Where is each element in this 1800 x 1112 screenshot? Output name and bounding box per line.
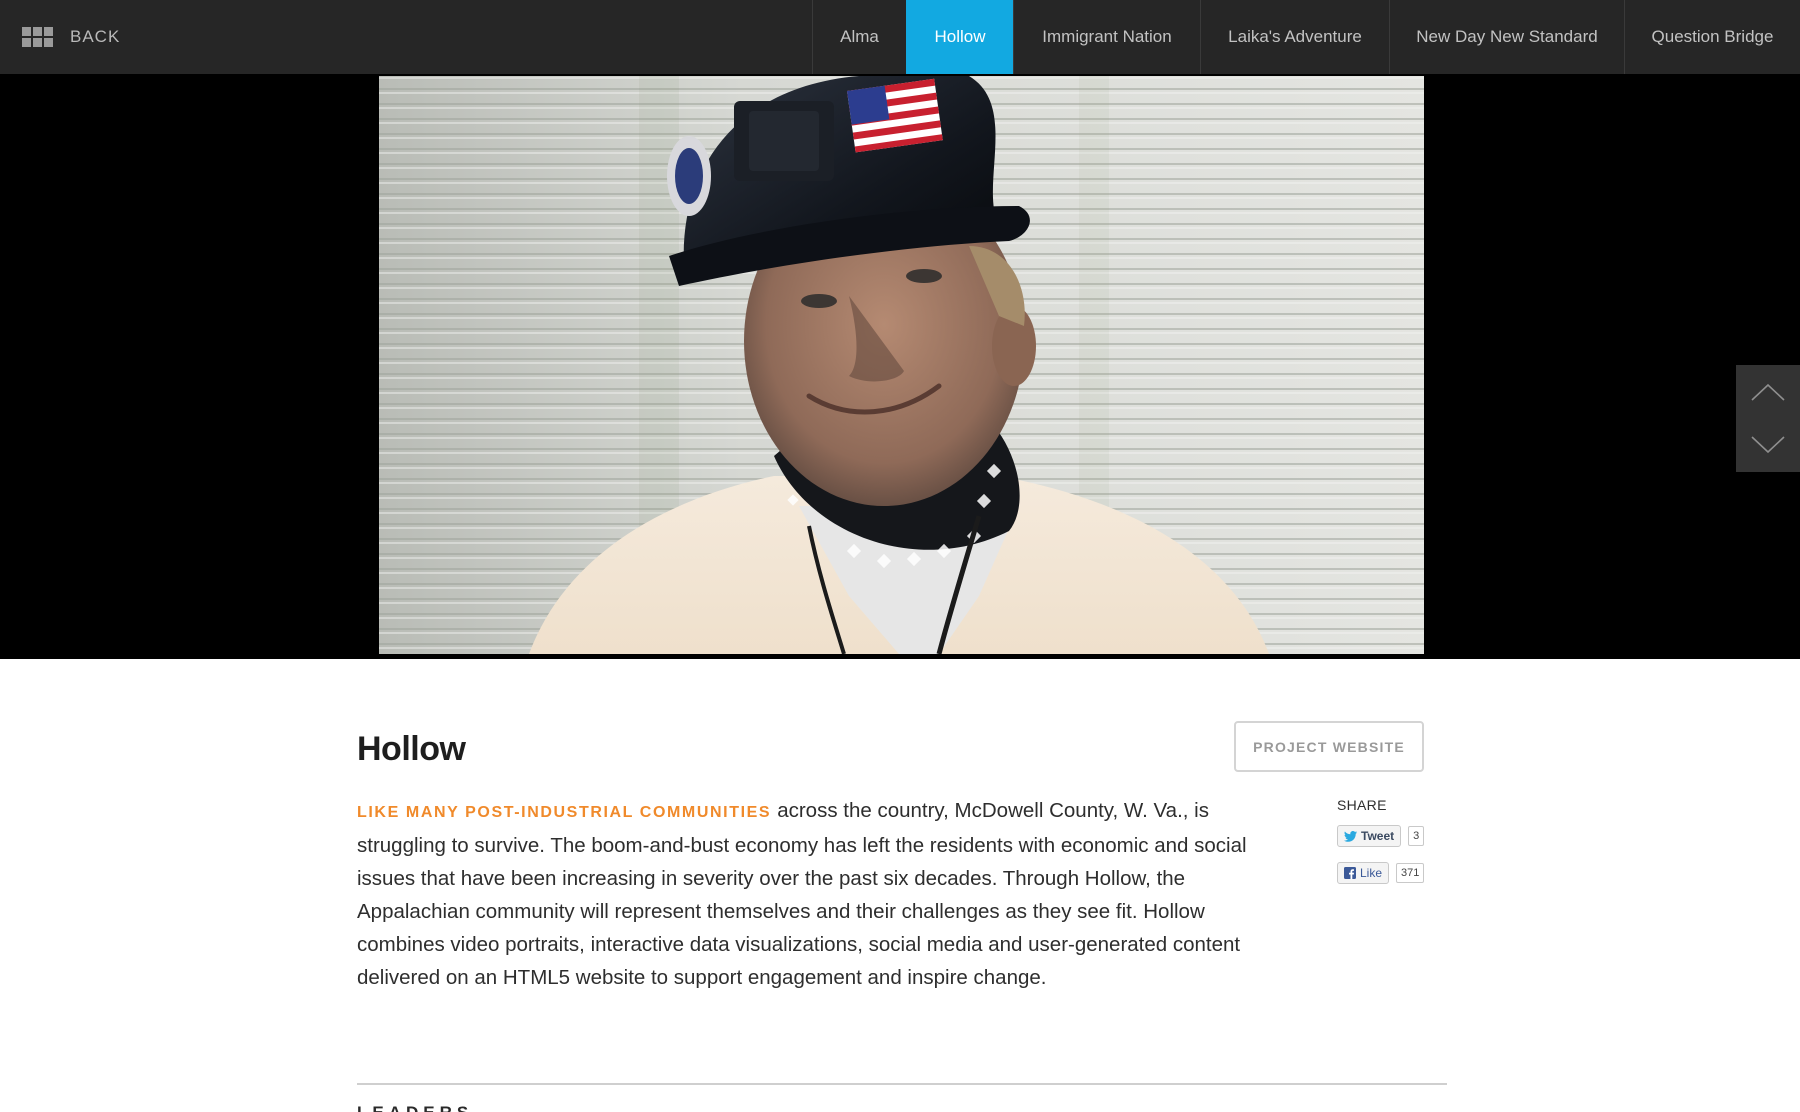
like-label: Like	[1360, 866, 1383, 880]
tweet-label: Tweet	[1361, 829, 1395, 843]
tab-alma[interactable]: Alma	[812, 0, 906, 74]
tab-immigrant-nation[interactable]: Immigrant Nation	[1013, 0, 1200, 74]
section-divider	[357, 1083, 1447, 1085]
tab-laikas-adventure[interactable]: Laika's Adventure	[1200, 0, 1389, 74]
tweet-button[interactable]: Tweet	[1337, 825, 1402, 847]
tweet-count: 3	[1408, 826, 1425, 846]
slide-arrows	[1736, 365, 1800, 472]
page-title: Hollow	[357, 730, 466, 768]
tab-new-day-new-standard[interactable]: New Day New Standard	[1389, 0, 1624, 74]
share-panel: SHARE Tweet 3 Like 371	[1337, 797, 1447, 884]
project-description: LIKE MANY POST-INDUSTRIAL COMMUNITIES acr…	[357, 794, 1282, 994]
hero-section	[0, 74, 1800, 659]
tab-hollow[interactable]: Hollow	[906, 0, 1013, 74]
tab-question-bridge[interactable]: Question Bridge	[1624, 0, 1800, 74]
arrow-down-icon	[1751, 435, 1785, 453]
back-label: BACK	[70, 27, 121, 46]
like-count: 371	[1396, 863, 1425, 883]
grid-icon	[22, 27, 53, 47]
like-button[interactable]: Like	[1337, 862, 1390, 884]
top-navigation-bar: BACK Alma Hollow Immigrant Nation Laika'…	[0, 0, 1800, 74]
project-website-button[interactable]: PROJECT WEBSITE	[1234, 721, 1424, 772]
share-label: SHARE	[1337, 797, 1387, 813]
previous-slide-button[interactable]	[1736, 365, 1800, 418]
hero-photo	[379, 76, 1424, 654]
leaders-heading: LEADERS	[357, 1103, 473, 1112]
twitter-bird-icon	[1344, 830, 1357, 842]
arrow-up-icon	[1751, 383, 1785, 401]
like-row: Like 371	[1337, 862, 1447, 884]
facebook-icon	[1344, 867, 1356, 879]
back-button[interactable]: BACK	[22, 0, 120, 74]
next-slide-button[interactable]	[1736, 418, 1800, 471]
lead-in-text: LIKE MANY POST-INDUSTRIAL COMMUNITIES	[357, 804, 772, 821]
project-tabs: Alma Hollow Immigrant Nation Laika's Adv…	[812, 0, 1800, 74]
tweet-row: Tweet 3	[1337, 825, 1447, 847]
description-text: across the country, McDowell County, W. …	[357, 799, 1247, 989]
